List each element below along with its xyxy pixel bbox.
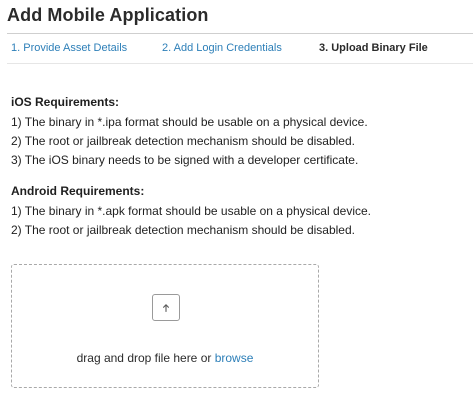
list-item: 2) The root or jailbreak detection mecha… <box>11 134 355 148</box>
step-add-login-credentials[interactable]: 2. Add Login Credentials <box>162 42 282 54</box>
list-item: 3) The iOS binary needs to be signed wit… <box>11 153 359 167</box>
upload-button[interactable] <box>152 294 180 321</box>
step-provide-asset-details[interactable]: 1. Provide Asset Details <box>11 42 127 54</box>
android-requirements-list: 1) The binary in *.apk format should be … <box>11 202 471 240</box>
ios-requirements-heading: iOS Requirements: <box>11 95 120 109</box>
android-requirements: Android Requirements: 1) The binary in *… <box>11 184 471 240</box>
wizard-steps: 1. Provide Asset Details 2. Add Login Cr… <box>11 42 473 56</box>
dropzone-text: drag and drop file here or <box>76 351 215 365</box>
browse-link[interactable]: browse <box>215 351 254 365</box>
title-divider <box>7 33 473 34</box>
file-dropzone[interactable]: drag and drop file here or browse <box>11 264 319 388</box>
page-title: Add Mobile Application <box>7 5 209 25</box>
list-item: 1) The binary in *.ipa format should be … <box>11 115 368 129</box>
steps-divider <box>7 63 473 64</box>
ios-requirements-list: 1) The binary in *.ipa format should be … <box>11 113 471 170</box>
list-item: 1) The binary in *.apk format should be … <box>11 204 371 218</box>
dropzone-instructions: drag and drop file here or browse <box>12 351 318 365</box>
list-item: 2) The root or jailbreak detection mecha… <box>11 223 355 237</box>
step-upload-binary-file: 3. Upload Binary File <box>319 42 428 54</box>
arrow-up-icon <box>163 303 169 312</box>
ios-requirements: iOS Requirements: 1) The binary in *.ipa… <box>11 95 471 170</box>
android-requirements-heading: Android Requirements: <box>11 184 145 198</box>
